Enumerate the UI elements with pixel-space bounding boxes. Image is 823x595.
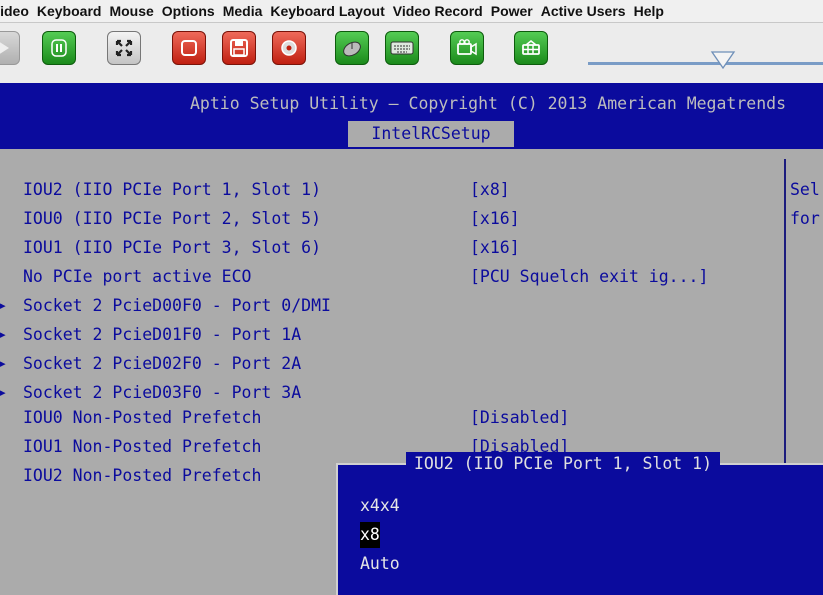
submenu-port-0-dmi[interactable]: Socket 2 PcieD00F0 - Port 0/DMI — [23, 293, 331, 319]
submenu-port-1a[interactable]: Socket 2 PcieD01F0 - Port 1A — [23, 322, 301, 348]
menu-video-record[interactable]: Video Record — [393, 3, 483, 19]
grid-button[interactable] — [514, 31, 548, 65]
save-button[interactable] — [222, 31, 256, 65]
header-separator — [0, 149, 823, 159]
submenu-arrow-icon: ▶ — [0, 328, 6, 341]
setting-no-pcie-eco-label[interactable]: No PCIe port active ECO — [23, 264, 251, 290]
submenu-port-2a[interactable]: Socket 2 PcieD02F0 - Port 2A — [23, 351, 301, 377]
menu-video[interactable]: Video — [0, 3, 29, 19]
bios-screen: Aptio Setup Utility – Copyright (C) 2013… — [0, 83, 823, 595]
help-divider — [784, 159, 786, 469]
play-icon — [0, 40, 10, 56]
menu-options[interactable]: Options — [162, 3, 215, 19]
menu-help[interactable]: Help — [634, 3, 664, 19]
mouse-icon — [341, 38, 363, 58]
popup-option-auto[interactable]: Auto — [360, 551, 400, 577]
setting-iou2-prefetch-label[interactable]: IOU2 Non-Posted Prefetch — [23, 463, 261, 489]
menu-keyboard-layout[interactable]: Keyboard Layout — [270, 3, 384, 19]
toolbar: 50 100 — [0, 22, 823, 84]
popup-title: IOU2 (IIO PCIe Port 1, Slot 1) — [406, 452, 721, 476]
pause-button[interactable] — [42, 31, 76, 65]
video-camera-button[interactable] — [450, 31, 484, 65]
setting-iou0-prefetch-label[interactable]: IOU0 Non-Posted Prefetch — [23, 405, 261, 431]
setting-iou1-label[interactable]: IOU1 (IIO PCIe Port 3, Slot 6) — [23, 235, 321, 261]
grid-icon — [520, 38, 542, 58]
mouse-button[interactable] — [335, 31, 369, 65]
setting-iou1-value[interactable]: [x16] — [470, 235, 520, 261]
keyboard-icon — [390, 39, 414, 57]
submenu-port-3a[interactable]: Socket 2 PcieD03F0 - Port 3A — [23, 380, 301, 406]
submenu-arrow-icon: ▶ — [0, 299, 6, 312]
video-camera-icon — [456, 38, 478, 58]
fullscreen-button[interactable] — [107, 31, 141, 65]
play-button[interactable] — [0, 31, 20, 65]
menu-active-users[interactable]: Active Users — [541, 3, 626, 19]
setting-iou0-value[interactable]: [x16] — [470, 206, 520, 232]
submenu-arrow-icon: ▶ — [0, 386, 6, 399]
record-button[interactable] — [272, 31, 306, 65]
stop-icon — [179, 38, 199, 58]
submenu-arrow-icon: ▶ — [0, 357, 6, 370]
menu-mouse[interactable]: Mouse — [109, 3, 153, 19]
help-text-line: Sel — [790, 180, 820, 199]
keyboard-button[interactable] — [385, 31, 419, 65]
help-text-line: for — [790, 209, 820, 228]
popup-option-x4x4[interactable]: x4x4 — [360, 493, 400, 519]
bios-title: Aptio Setup Utility – Copyright (C) 2013… — [190, 94, 787, 113]
stop-button[interactable] — [172, 31, 206, 65]
zoom-slider-track[interactable] — [588, 62, 823, 65]
bios-header: Aptio Setup Utility – Copyright (C) 2013… — [0, 83, 823, 149]
setting-iou0-prefetch-value[interactable]: [Disabled] — [470, 405, 569, 431]
setting-no-pcie-eco-value[interactable]: [PCU Squelch exit ig...] — [470, 264, 708, 290]
menu-media[interactable]: Media — [223, 3, 263, 19]
pause-icon — [50, 39, 68, 57]
save-icon — [229, 38, 249, 58]
fullscreen-icon — [114, 38, 134, 58]
menu-power[interactable]: Power — [491, 3, 533, 19]
menu-keyboard[interactable]: Keyboard — [37, 3, 102, 19]
option-popup: IOU2 (IIO PCIe Port 1, Slot 1) x4x4 x8 A… — [336, 452, 823, 595]
setting-iou1-prefetch-label[interactable]: IOU1 Non-Posted Prefetch — [23, 434, 261, 460]
zoom-slider-thumb[interactable] — [709, 51, 737, 70]
setting-iou0-label[interactable]: IOU0 (IIO PCIe Port 2, Slot 5) — [23, 206, 321, 232]
setting-iou2-label[interactable]: IOU2 (IIO PCIe Port 1, Slot 1) — [23, 177, 321, 203]
setting-iou2-value[interactable]: [x8] — [470, 177, 510, 203]
tab-intelrcsetup[interactable]: IntelRCSetup — [348, 121, 514, 147]
record-icon — [279, 38, 299, 58]
popup-option-x8[interactable]: x8 — [360, 522, 380, 548]
menu-bar: Video Keyboard Mouse Options Media Keybo… — [0, 0, 823, 22]
